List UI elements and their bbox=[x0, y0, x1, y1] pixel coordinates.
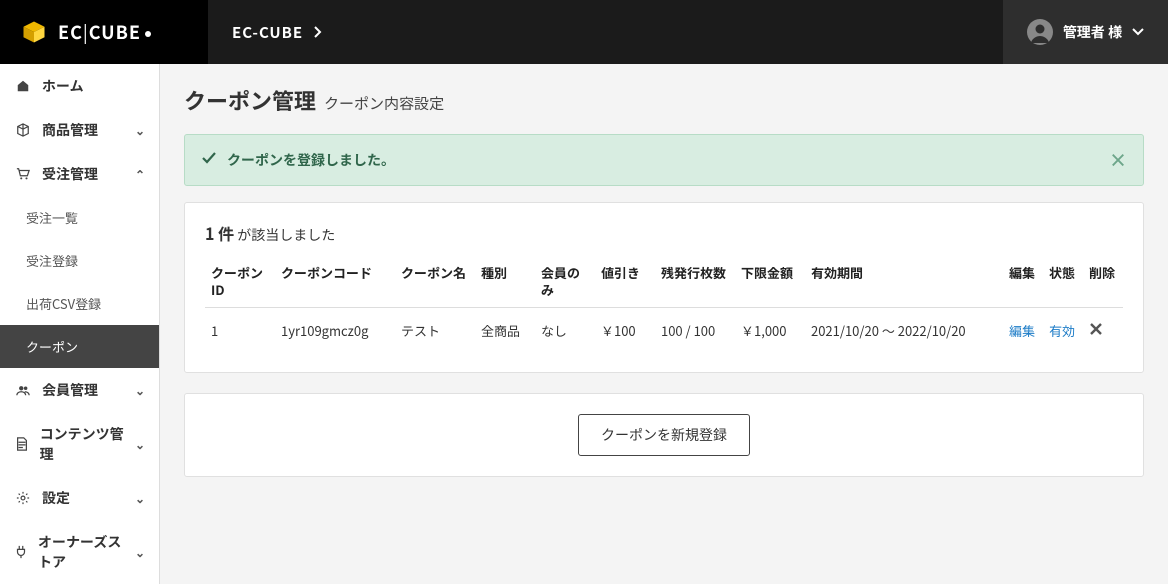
sidebar-item-coupon[interactable]: クーポン bbox=[0, 325, 159, 368]
th-id: クーポンID bbox=[205, 257, 275, 307]
th-member: 会員のみ bbox=[535, 257, 595, 307]
close-icon bbox=[1089, 322, 1103, 336]
cell-member: なし bbox=[535, 307, 595, 354]
th-type: 種別 bbox=[475, 257, 535, 307]
sidebar-item-settings[interactable]: 設定 ⌄ bbox=[0, 476, 159, 520]
chevron-down-icon: ⌄ bbox=[135, 490, 145, 507]
status-link[interactable]: 有効 bbox=[1043, 307, 1083, 354]
brand-text: EC|CUBE bbox=[58, 19, 151, 45]
cell-period: 2021/10/20 ～ 2022/10/20 bbox=[805, 307, 1003, 354]
cell-code: 1yr109gmcz0g bbox=[275, 307, 395, 354]
top-breadcrumb[interactable]: EC-CUBE bbox=[208, 22, 347, 43]
main-content: クーポン管理クーポン内容設定 クーポンを登録しました。 × 1 件 が該当しまし… bbox=[160, 64, 1168, 584]
cell-name: テスト bbox=[395, 307, 475, 354]
th-edit: 編集 bbox=[1003, 257, 1043, 307]
th-min: 下限金額 bbox=[735, 257, 805, 307]
sidebar-item-owners-store[interactable]: オーナーズストア ⌄ bbox=[0, 520, 159, 584]
user-icon bbox=[1027, 19, 1053, 45]
th-discount: 値引き bbox=[595, 257, 655, 307]
th-period: 有効期間 bbox=[805, 257, 1003, 307]
chevron-right-icon bbox=[313, 26, 323, 38]
close-icon[interactable]: × bbox=[1109, 147, 1127, 173]
sidebar-item-shipping-csv[interactable]: 出荷CSV登録 bbox=[0, 282, 159, 325]
cube-icon bbox=[14, 123, 32, 137]
new-coupon-button[interactable]: クーポンを新規登録 bbox=[578, 414, 750, 456]
th-code: クーポンコード bbox=[275, 257, 395, 307]
sidebar-item-home[interactable]: ホーム bbox=[0, 64, 159, 108]
delete-button[interactable] bbox=[1083, 307, 1123, 354]
chevron-down-icon bbox=[1132, 28, 1144, 36]
sidebar-item-content[interactable]: コンテンツ管理 ⌄ bbox=[0, 412, 159, 476]
th-status: 状態 bbox=[1043, 257, 1083, 307]
sidebar-item-order-register[interactable]: 受注登録 bbox=[0, 239, 159, 282]
success-alert: クーポンを登録しました。 × bbox=[184, 134, 1144, 186]
page-title: クーポン管理クーポン内容設定 bbox=[184, 84, 1144, 116]
gear-icon bbox=[14, 491, 32, 505]
home-icon bbox=[14, 79, 32, 93]
brand[interactable]: EC|CUBE bbox=[0, 0, 208, 64]
check-icon bbox=[201, 150, 217, 171]
cell-discount: ￥100 bbox=[595, 307, 655, 354]
logo-icon bbox=[20, 18, 48, 46]
document-icon bbox=[14, 437, 30, 451]
plug-icon bbox=[14, 545, 28, 559]
th-name: クーポン名 bbox=[395, 257, 475, 307]
chevron-down-icon: ⌄ bbox=[135, 382, 145, 399]
cell-type: 全商品 bbox=[475, 307, 535, 354]
users-icon bbox=[14, 383, 32, 397]
chevron-down-icon: ⌄ bbox=[135, 544, 145, 561]
th-stock: 残発行枚数 bbox=[655, 257, 735, 307]
edit-link[interactable]: 編集 bbox=[1003, 307, 1043, 354]
chevron-down-icon: ⌄ bbox=[135, 436, 145, 453]
table-row: 1 1yr109gmcz0g テスト 全商品 なし ￥100 100 / 100… bbox=[205, 307, 1123, 354]
result-count: 1 件 が該当しました bbox=[205, 221, 1123, 245]
sidebar-item-order-list[interactable]: 受注一覧 bbox=[0, 196, 159, 239]
action-card: クーポンを新規登録 bbox=[184, 393, 1144, 477]
cart-icon bbox=[14, 167, 32, 181]
cell-min: ￥1,000 bbox=[735, 307, 805, 354]
th-delete: 削除 bbox=[1083, 257, 1123, 307]
chevron-down-icon: ⌄ bbox=[135, 122, 145, 139]
coupon-table: クーポンID クーポンコード クーポン名 種別 会員のみ 値引き 残発行枚数 下… bbox=[205, 257, 1123, 354]
chevron-up-icon: ⌃ bbox=[135, 166, 145, 183]
cell-id: 1 bbox=[205, 307, 275, 354]
sidebar: ホーム 商品管理 ⌄ 受注管理 ⌃ 受注一覧 受注登録 出荷CSV登録 クーポン… bbox=[0, 64, 160, 584]
result-card: 1 件 が該当しました クーポンID クーポンコード クーポン名 種別 会員のみ… bbox=[184, 202, 1144, 373]
cell-stock: 100 / 100 bbox=[655, 307, 735, 354]
user-menu[interactable]: 管理者 様 bbox=[1003, 0, 1168, 64]
sidebar-item-customer[interactable]: 会員管理 ⌄ bbox=[0, 368, 159, 412]
sidebar-item-order[interactable]: 受注管理 ⌃ bbox=[0, 152, 159, 196]
sidebar-item-product[interactable]: 商品管理 ⌄ bbox=[0, 108, 159, 152]
topbar: EC|CUBE EC-CUBE 管理者 様 bbox=[0, 0, 1168, 64]
